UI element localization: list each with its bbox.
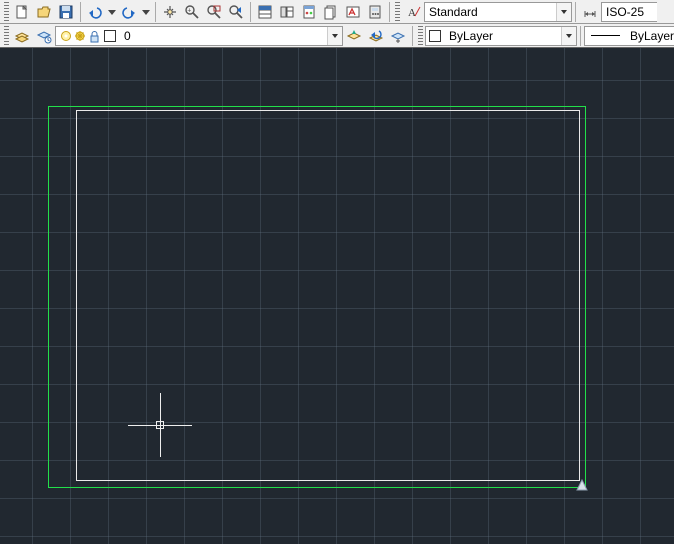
pan-button[interactable] bbox=[159, 1, 181, 23]
text-style-combo[interactable]: Standard bbox=[424, 2, 572, 22]
make-current-button[interactable] bbox=[343, 25, 365, 47]
toolbar-standard: + A Standard ISO-25 bbox=[0, 0, 674, 24]
toolbar-layers: 0 ByLayer ByLayer bbox=[0, 24, 674, 48]
undo-button[interactable] bbox=[84, 1, 106, 23]
color-combo[interactable]: ByLayer bbox=[425, 26, 577, 46]
chevron-down-icon[interactable] bbox=[561, 27, 576, 45]
ucs-icon bbox=[576, 479, 588, 491]
redo-button[interactable] bbox=[118, 1, 140, 23]
layer-freeze-icon bbox=[73, 29, 87, 43]
toolbar-grip[interactable] bbox=[4, 2, 9, 22]
separator bbox=[412, 26, 413, 46]
zoom-previous-button[interactable] bbox=[225, 1, 247, 23]
svg-text:+: + bbox=[187, 7, 191, 14]
markup-button[interactable] bbox=[342, 1, 364, 23]
properties-button[interactable] bbox=[254, 1, 276, 23]
separator bbox=[250, 2, 251, 22]
linetype-sample bbox=[591, 35, 620, 36]
color-swatch bbox=[429, 30, 441, 42]
sheet-set-button[interactable] bbox=[320, 1, 342, 23]
separator bbox=[80, 2, 81, 22]
text-style-button[interactable]: A bbox=[402, 1, 424, 23]
undo-dropdown[interactable] bbox=[106, 1, 118, 23]
design-center-button[interactable] bbox=[276, 1, 298, 23]
layer-name-value: 0 bbox=[120, 29, 135, 43]
layer-on-icon bbox=[59, 29, 73, 43]
zoom-realtime-button[interactable]: + bbox=[181, 1, 203, 23]
separator bbox=[155, 2, 156, 22]
new-file-button[interactable] bbox=[11, 1, 33, 23]
toolbar-grip[interactable] bbox=[4, 26, 9, 46]
model-space-canvas[interactable] bbox=[0, 48, 674, 544]
calculator-button[interactable] bbox=[364, 1, 386, 23]
layer-states-button[interactable] bbox=[33, 25, 55, 47]
dim-style-value: ISO-25 bbox=[602, 5, 648, 19]
dim-style-button[interactable] bbox=[579, 1, 601, 23]
linetype-combo[interactable]: ByLayer bbox=[584, 26, 674, 46]
layer-combo[interactable]: 0 bbox=[55, 26, 343, 46]
save-button[interactable] bbox=[55, 1, 77, 23]
rectangle-object[interactable] bbox=[76, 110, 580, 481]
layer-properties-button[interactable] bbox=[11, 25, 33, 47]
separator bbox=[575, 2, 576, 22]
open-file-button[interactable] bbox=[33, 1, 55, 23]
toolbar-grip[interactable] bbox=[418, 26, 423, 46]
match-layer-button[interactable] bbox=[387, 25, 409, 47]
layer-lock-icon bbox=[87, 29, 101, 43]
svg-text:A: A bbox=[408, 7, 416, 19]
dim-style-combo[interactable]: ISO-25 bbox=[601, 2, 657, 22]
redo-dropdown[interactable] bbox=[140, 1, 152, 23]
color-value: ByLayer bbox=[445, 29, 497, 43]
tool-palette-button[interactable] bbox=[298, 1, 320, 23]
layer-color-swatch bbox=[104, 30, 116, 42]
separator bbox=[389, 2, 390, 22]
layer-previous-button[interactable] bbox=[365, 25, 387, 47]
zoom-window-button[interactable] bbox=[203, 1, 225, 23]
toolbar-grip[interactable] bbox=[395, 2, 400, 22]
chevron-down-icon[interactable] bbox=[327, 27, 342, 45]
chevron-down-icon[interactable] bbox=[556, 3, 571, 21]
text-style-value: Standard bbox=[425, 5, 482, 19]
separator bbox=[580, 26, 581, 46]
linetype-value: ByLayer bbox=[626, 29, 674, 43]
